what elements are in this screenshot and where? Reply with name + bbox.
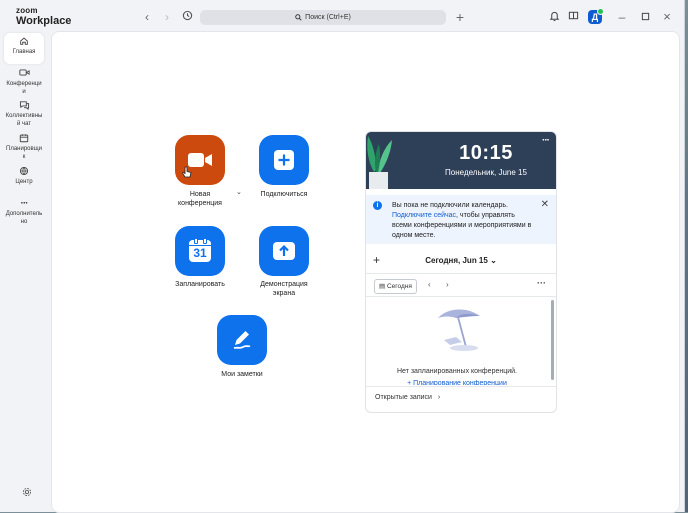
brand-large: Workplace [16, 15, 72, 27]
notice-text: Вы пока не подключили календарь. Подключ… [392, 201, 532, 241]
notice-text-start: Вы пока не подключили календарь. [392, 202, 508, 209]
avatar[interactable]: Д [588, 8, 604, 24]
sidebar-item-label: Планировщи к [6, 146, 42, 160]
divider [366, 296, 556, 297]
plus-square-icon [274, 150, 294, 170]
sidebar-item-label: Главная [12, 49, 36, 55]
scrollbar[interactable] [551, 300, 554, 380]
divider [366, 386, 556, 387]
pencil-icon [233, 331, 251, 349]
next-day-icon[interactable]: › [446, 280, 449, 289]
sidebar-item-hub[interactable]: Центр [4, 166, 44, 187]
new-tab-icon[interactable]: + [453, 10, 467, 24]
calendar-header: + Сегодня, Jun 15 ⌄ [366, 249, 556, 274]
sidebar-item-scheduler[interactable]: Планировщи к [4, 133, 44, 161]
my-notes-label: Мои заметки [221, 371, 263, 378]
calendar-small-icon: ▤ [379, 283, 386, 290]
minimize-icon[interactable]: – [615, 10, 629, 24]
sidebar-item-home[interactable]: Главная [4, 33, 44, 64]
join-label: Подключиться [260, 191, 308, 198]
app-window: zoom Workplace ‹ › Поиск (Ctrl+E) + Д – … [0, 0, 685, 513]
calendar-31-icon: 31 [189, 238, 211, 262]
search-placeholder: Поиск (Ctrl+E) [305, 14, 351, 21]
video-icon [4, 68, 44, 80]
sidebar-item-label: Коллективны й чат [5, 113, 43, 127]
today-button-label: Сегодня [386, 283, 412, 290]
new-meeting-label: Новая конференция [178, 191, 222, 207]
plant-illustration [367, 136, 392, 189]
schedule-meeting-link[interactable]: + Планирование конференции [366, 380, 548, 385]
chevron-down-icon: ⌄ [490, 256, 497, 265]
hand-cursor-icon [182, 166, 192, 178]
schedule-label: Запланировать [175, 281, 225, 288]
chat-icon [4, 100, 44, 112]
chevron-down-icon[interactable]: ⌄ [236, 188, 242, 196]
sidebar-item-label: Дополнитель но [5, 211, 43, 225]
more-icon: ··· [20, 198, 29, 209]
forward-icon[interactable]: › [160, 10, 174, 24]
info-icon: i [373, 201, 382, 210]
share-screen-button[interactable] [259, 226, 309, 276]
calendar-icon [4, 133, 44, 145]
my-notes-button[interactable] [217, 315, 267, 365]
connect-calendar-link[interactable]: Подключите сейчас [392, 212, 456, 219]
card-more-icon[interactable]: ··· [542, 135, 550, 146]
search-input[interactable]: Поиск (Ctrl+E) [200, 10, 446, 25]
schedule-button[interactable]: 31 [175, 226, 225, 276]
window-layout-icon[interactable] [566, 10, 580, 24]
sidebar-item-label: Конференци и [6, 81, 42, 95]
open-recordings-link[interactable]: Открытые записи › [375, 394, 440, 401]
empty-state-text: Нет запланированных конференций. [396, 368, 518, 375]
home-icon [4, 36, 44, 48]
day-title[interactable]: Сегодня, Jun 15 ⌄ [366, 256, 556, 265]
clock-banner: 10:15 Понедельник, June 15 ··· [366, 132, 556, 189]
hub-icon [4, 166, 44, 178]
maximize-icon[interactable] [638, 10, 652, 24]
open-recordings-label: Открытые записи [375, 394, 432, 401]
back-icon[interactable]: ‹ [140, 10, 154, 24]
calendar-notice: i Вы пока не подключили календарь. Подкл… [366, 195, 556, 244]
clock-time: 10:15 [459, 142, 513, 164]
status-dot [597, 8, 604, 15]
calendar-card: 10:15 Понедельник, June 15 ··· i Вы пока… [365, 131, 557, 413]
beach-umbrella-illustration [438, 309, 480, 351]
share-arrow-icon [273, 242, 295, 260]
search-icon [295, 14, 302, 21]
share-screen-label: Демонстрация экрана [260, 281, 308, 297]
app-logo: zoom Workplace [16, 7, 71, 27]
bell-icon[interactable] [547, 10, 561, 24]
calendar-more-icon[interactable]: ··· [537, 278, 546, 288]
sidebar-item-label: Центр [15, 179, 33, 185]
settings-gear-icon[interactable] [20, 486, 34, 500]
join-button[interactable] [259, 135, 309, 185]
chevron-right-icon: › [437, 394, 441, 401]
prev-day-icon[interactable]: ‹ [428, 280, 431, 289]
sidebar-item-meetings[interactable]: Конференци и [4, 68, 44, 96]
clock-date: Понедельник, June 15 [445, 168, 527, 177]
brand-small: zoom [16, 6, 38, 15]
close-notice-icon[interactable]: ✕ [541, 199, 549, 210]
sidebar-item-team-chat[interactable]: Коллективны й чат [4, 100, 44, 128]
day-title-text: Сегодня, Jun 15 [425, 256, 488, 265]
new-meeting-button[interactable] [175, 135, 225, 185]
calendar-day-number: 31 [193, 246, 207, 260]
history-icon[interactable] [180, 10, 194, 24]
close-icon[interactable]: × [660, 10, 674, 24]
today-button[interactable]: ▤ Сегодня [374, 279, 417, 294]
sidebar-item-more[interactable]: ··· Дополнитель но [4, 198, 44, 226]
